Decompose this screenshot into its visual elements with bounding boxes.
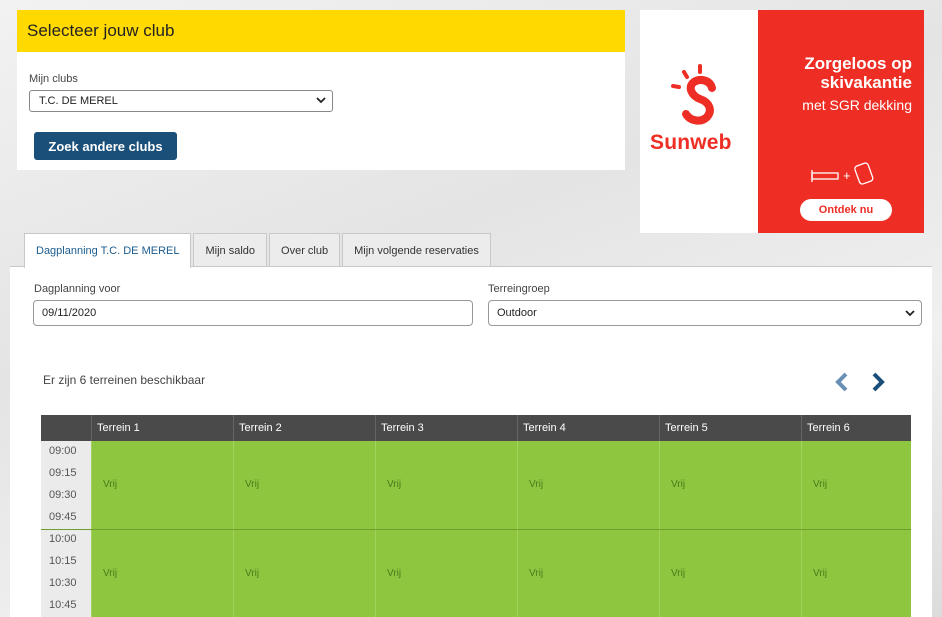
chevron-down-icon [316,97,326,104]
ad-headline-line-2: skivakantie [820,73,912,92]
club-select[interactable]: T.C. DE MEREL [29,90,333,112]
court-schedule-grid: Terrein 1 Terrein 2 Terrein 3 Terrein 4 … [41,415,911,617]
time-label: 09:15 [49,467,77,479]
sunweb-logo-icon [671,64,716,125]
slot-status: Vrij [671,479,686,490]
ad-brand-name: Sunweb [650,131,732,154]
slot-status: Vrij [387,568,402,579]
chevron-right-icon[interactable] [870,371,886,393]
slot-status: Vrij [103,479,118,490]
chevron-down-icon [905,310,915,317]
slot-status: Vrij [387,479,402,490]
court-header: Terrein 3 [375,415,517,441]
tab-my-balance[interactable]: Mijn saldo [193,233,268,267]
club-tabs: Dagplanning T.C. DE MEREL Mijn saldo Ove… [24,233,493,268]
court-header: Terrein 4 [517,415,659,441]
chevron-left-icon[interactable] [834,371,850,393]
court-slot[interactable]: Vrij [659,530,801,617]
court-group-label: Terreingroep [488,283,550,295]
court-header: Terrein 1 [91,415,233,441]
my-clubs-label: Mijn clubs [29,73,78,85]
slot-status: Vrij [103,568,118,579]
slot-status: Vrij [529,568,544,579]
court-header: Terrein 5 [659,415,801,441]
slot-status: Vrij [529,479,544,490]
court-group-value: Outdoor [497,307,537,319]
court-slot[interactable]: Vrij [233,530,375,617]
sunweb-advertisement[interactable]: Sunweb Zorgeloos op skivakantie met SGR … [640,10,924,233]
court-slot[interactable]: Vrij [375,530,517,617]
slot-status: Vrij [671,568,686,579]
court-slot[interactable]: Vrij [91,530,233,617]
bed-plus-insurance-icon: + [811,162,874,185]
slot-status: Vrij [245,479,260,490]
time-label: 09:00 [49,445,77,457]
date-label: Dagplanning voor [34,283,121,295]
time-label: 10:45 [49,599,77,611]
club-selection-card: Selecteer jouw club Mijn clubs T.C. DE M… [17,10,625,170]
grid-header-row: Terrein 1 Terrein 2 Terrein 3 Terrein 4 … [41,415,911,441]
court-slot[interactable]: Vrij [801,441,911,529]
court-slot[interactable]: Vrij [91,441,233,529]
slot-status: Vrij [813,568,828,579]
court-header: Terrein 6 [801,415,911,441]
court-slot[interactable]: Vrij [375,441,517,529]
ad-headline: Zorgeloos op skivakantie [762,54,912,92]
time-label: 10:00 [49,533,77,545]
daily-planning-panel: Dagplanning voor 09/11/2020 Terreingroep… [10,266,932,617]
club-card-header: Selecteer jouw club [17,10,625,52]
availability-text: Er zijn 6 terreinen beschikbaar [43,373,206,387]
ad-plus-sign: + [843,168,851,183]
time-label: 10:15 [49,555,77,567]
tab-next-reservations[interactable]: Mijn volgende reservaties [342,233,491,267]
court-slot[interactable]: Vrij [517,441,659,529]
slot-status: Vrij [813,479,828,490]
ad-subline: met SGR dekking [802,97,912,113]
tab-about-club[interactable]: Over club [269,233,341,267]
time-label: 09:45 [49,511,77,523]
court-slot[interactable]: Vrij [801,530,911,617]
court-slot[interactable]: Vrij [233,441,375,529]
court-slot[interactable]: Vrij [517,530,659,617]
club-select-value: T.C. DE MEREL [39,95,118,107]
ad-headline-line-1: Zorgeloos op [804,54,912,73]
time-label: 10:30 [49,577,77,589]
search-other-clubs-button[interactable]: Zoek andere clubs [34,132,177,160]
court-header: Terrein 2 [233,415,375,441]
date-input[interactable]: 09/11/2020 [33,300,473,326]
court-group-select[interactable]: Outdoor [488,300,922,326]
court-slot[interactable]: Vrij [659,441,801,529]
tab-daily-planning[interactable]: Dagplanning T.C. DE MEREL [24,233,192,268]
time-label: 09:30 [49,489,77,501]
ad-cta-button[interactable]: Ontdek nu [800,199,892,221]
slot-status: Vrij [245,568,260,579]
